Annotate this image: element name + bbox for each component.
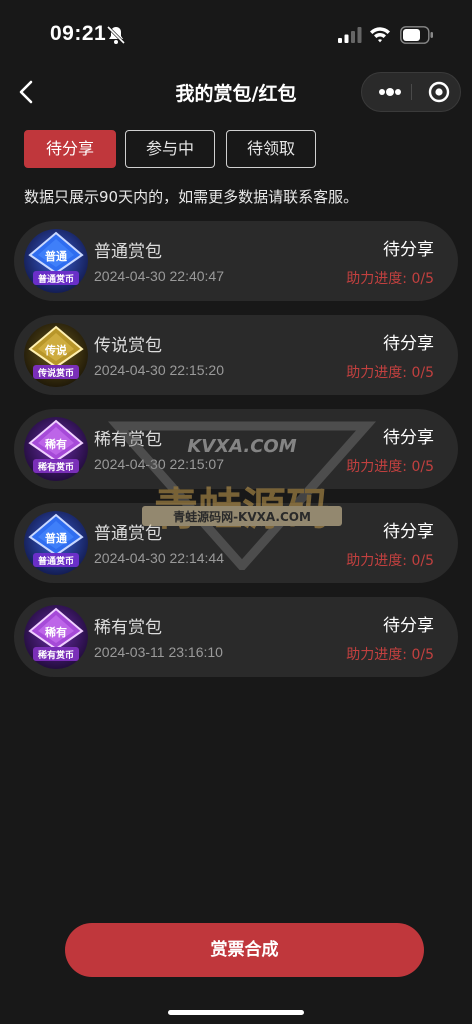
list-item[interactable]: 传说 传说赏币 传说赏包 2024-04-30 22:15:20 待分享 助力进… (14, 315, 458, 395)
badge-top-text: 传说 (44, 343, 67, 357)
tab-pending-claim[interactable]: 待领取 (226, 130, 316, 168)
badge-bottom-text: 普通赏币 (38, 273, 74, 285)
badge-common-icon: 普通 普通赏币 (24, 229, 88, 293)
item-time: 2024-04-30 22:15:20 (94, 362, 224, 378)
list-item[interactable]: 稀有 稀有赏币 稀有赏包 2024-04-30 22:15:07 待分享 助力进… (14, 409, 458, 489)
badge-bottom-text: 普通赏币 (38, 555, 74, 567)
capsule-divider (411, 84, 412, 100)
notice-text: 数据只展示90天内的，如需更多数据请联系客服。 (24, 188, 359, 206)
home-indicator (168, 1010, 304, 1015)
item-status: 待分享 (383, 428, 434, 448)
wifi-icon (370, 27, 390, 43)
item-progress: 助力进度: 0/5 (346, 553, 434, 569)
item-name: 普通赏包 (94, 524, 162, 544)
mini-program-capsule (361, 72, 461, 112)
item-time: 2024-03-11 23:16:10 (94, 644, 223, 660)
badge-top-text: 普通 (45, 531, 67, 545)
badge-top-text: 普通 (45, 249, 67, 263)
item-progress: 助力进度: 0/5 (346, 365, 434, 381)
item-name: 稀有赏包 (94, 430, 162, 450)
status-time: 09:21 (50, 22, 107, 45)
nav-bar: 我的赏包/红包 (0, 68, 472, 116)
item-name: 稀有赏包 (94, 618, 162, 638)
item-name: 传说赏包 (94, 336, 162, 356)
battery-icon (400, 26, 433, 44)
item-time: 2024-04-30 22:40:47 (94, 268, 224, 284)
item-status: 待分享 (383, 334, 434, 354)
list-item[interactable]: 稀有 稀有赏币 稀有赏包 2024-03-11 23:16:10 待分享 助力进… (14, 597, 458, 677)
signal-icon (338, 27, 362, 43)
status-bar: 09:21 (0, 0, 472, 70)
list-item[interactable]: 普通 普通赏币 普通赏包 2024-04-30 22:14:44 待分享 助力进… (14, 503, 458, 583)
list-item[interactable]: 普通 普通赏币 普通赏包 2024-04-30 22:40:47 待分享 助力进… (14, 221, 458, 301)
merge-tickets-button[interactable]: 赏票合成 (65, 923, 424, 977)
badge-rare-icon: 稀有 稀有赏币 (24, 417, 88, 481)
tab-pending-share[interactable]: 待分享 (24, 130, 116, 168)
item-time: 2024-04-30 22:14:44 (94, 550, 224, 566)
badge-top-text: 稀有 (45, 437, 67, 451)
item-status: 待分享 (383, 240, 434, 260)
item-status: 待分享 (383, 522, 434, 542)
item-progress: 助力进度: 0/5 (346, 647, 434, 663)
badge-top-text: 稀有 (45, 625, 67, 639)
bell-off-icon (106, 25, 126, 45)
tab-participating[interactable]: 参与中 (125, 130, 215, 168)
more-dots-icon[interactable] (370, 73, 410, 111)
badge-bottom-text: 稀有赏币 (38, 649, 74, 661)
item-progress: 助力进度: 0/5 (346, 459, 434, 475)
badge-rare-icon: 稀有 稀有赏币 (24, 605, 88, 669)
badge-bottom-text: 传说赏币 (37, 367, 74, 379)
badge-bottom-text: 稀有赏币 (38, 461, 74, 473)
target-icon[interactable] (420, 73, 458, 111)
badge-common-icon: 普通 普通赏币 (24, 511, 88, 575)
item-time: 2024-04-30 22:15:07 (94, 456, 224, 472)
badge-legend-icon: 传说 传说赏币 (24, 323, 88, 387)
item-status: 待分享 (383, 616, 434, 636)
item-progress: 助力进度: 0/5 (346, 271, 434, 287)
item-name: 普通赏包 (94, 242, 162, 262)
